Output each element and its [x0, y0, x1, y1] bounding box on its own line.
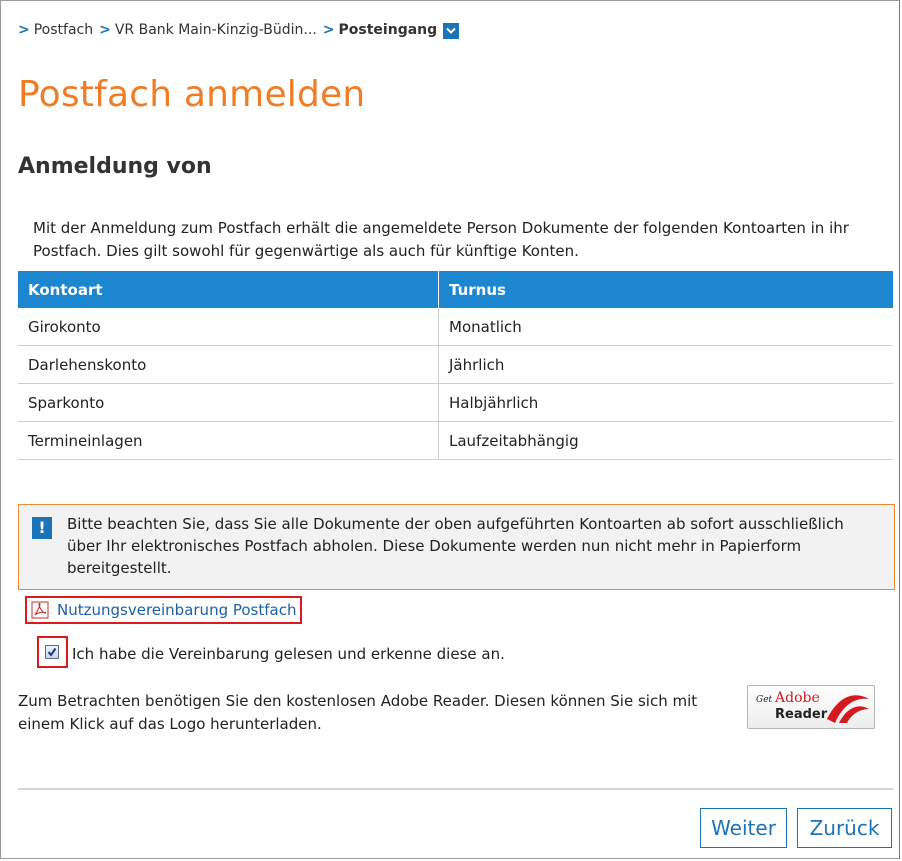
back-button[interactable]: Zurück [797, 808, 892, 848]
agreement-checkbox-label[interactable]: Ich habe die Vereinbarung gelesen und er… [72, 645, 505, 663]
table-cell: Darlehenskonto [18, 345, 439, 384]
notice-box: ! Bitte beachten Sie, dass Sie alle Doku… [18, 504, 895, 590]
breadcrumb-item-bank[interactable]: VR Bank Main-Kinzig-Büdin... [115, 22, 317, 38]
chevron-right-icon: > [18, 22, 30, 38]
chevron-right-icon: > [99, 22, 111, 38]
checkmark-icon [47, 647, 57, 657]
column-header-kontoart: Kontoart [18, 271, 439, 308]
table-cell: Halbjährlich [438, 383, 893, 422]
table-row: Termineinlagen Laufzeitabhängig [18, 421, 893, 460]
adobe-swirl-icon [827, 695, 869, 723]
chevron-right-icon: > [322, 22, 335, 38]
table-cell: Girokonto [18, 308, 439, 346]
intro-text: Mit der Anmeldung zum Postfach erhält di… [33, 219, 849, 260]
chevron-down-icon [446, 27, 456, 34]
logo-product-text: Reader [775, 707, 828, 722]
section-heading: Anmeldung von [18, 154, 212, 179]
agreement-pdf-link[interactable]: Nutzungsvereinbarung Postfach [25, 596, 303, 624]
logo-brand-text: Adobe [775, 690, 820, 706]
table-cell: Termineinlagen [18, 421, 439, 460]
table-row: Sparkonto Halbjährlich [18, 383, 893, 422]
table-cell: Sparkonto [18, 383, 439, 422]
table-row: Girokonto Monatlich [18, 308, 893, 346]
breadcrumb-item-postfach[interactable]: Postfach [34, 22, 93, 38]
breadcrumb-current: Posteingang [338, 22, 438, 38]
table-cell: Laufzeitabhängig [438, 421, 893, 460]
table-cell: Monatlich [438, 308, 893, 346]
account-types-table: Kontoart Turnus Girokonto Monatlich Darl… [18, 271, 893, 460]
agreement-checkbox[interactable] [45, 645, 59, 659]
notice-text: Bitte beachten Sie, dass Sie alle Dokume… [67, 515, 844, 577]
table-row: Darlehenskonto Jährlich [18, 345, 893, 384]
folder-dropdown-button[interactable] [443, 23, 460, 39]
breadcrumb: > Postfach > VR Bank Main-Kinzig-Büdin..… [18, 22, 460, 39]
column-header-turnus: Turnus [438, 271, 893, 308]
get-adobe-reader-logo[interactable]: Get Adobe Reader [747, 685, 875, 729]
next-button[interactable]: Weiter [700, 808, 787, 848]
page-title: Postfach anmelden [18, 74, 366, 115]
agreement-link-label[interactable]: Nutzungsvereinbarung Postfach [57, 601, 296, 619]
info-exclamation-icon: ! [32, 517, 52, 539]
table-cell: Jährlich [438, 345, 893, 384]
table-header-row: Kontoart Turnus [18, 271, 893, 308]
divider [18, 788, 893, 790]
logo-get-text: Get [756, 695, 773, 705]
pdf-icon [31, 601, 49, 619]
checkbox-highlight [37, 636, 68, 668]
adobe-reader-hint: Zum Betrachten benötigen Sie den kostenl… [18, 692, 698, 733]
